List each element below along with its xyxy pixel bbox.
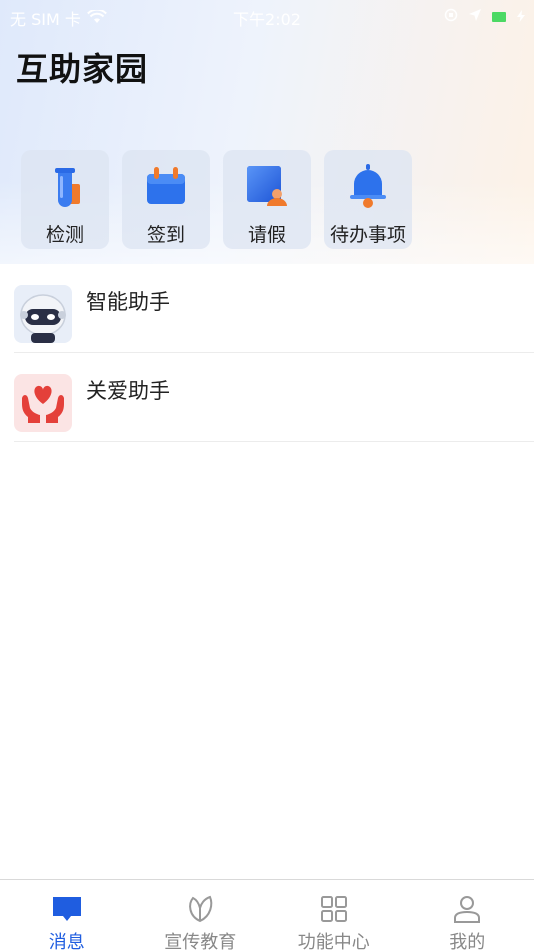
leave-form-icon (245, 162, 289, 210)
calendar-icon (144, 162, 188, 210)
message-title: 关爱助手 (86, 379, 170, 403)
tab-label: 功能中心 (297, 932, 370, 950)
message-title: 智能助手 (86, 290, 170, 314)
tab-function-center[interactable]: 功能中心 (267, 880, 401, 950)
tab-label: 我的 (449, 932, 486, 950)
quick-action-leave[interactable]: 请假 (223, 150, 311, 249)
robot-avatar (14, 285, 72, 343)
quick-action-test[interactable]: 检测 (21, 150, 109, 249)
charging-icon (516, 7, 526, 26)
tab-education[interactable]: 宣传教育 (134, 880, 268, 950)
list-item[interactable]: 智能助手 (0, 264, 534, 353)
list-item[interactable]: 关爱助手 (0, 353, 534, 442)
orientation-lock-icon (444, 7, 458, 26)
tab-label: 消息 (48, 932, 85, 950)
tab-messages[interactable]: 消息 (0, 880, 134, 950)
tab-bar: 消息 宣传教育 功能中心 我的 (0, 879, 534, 950)
quick-action-checkin[interactable]: 签到 (122, 150, 210, 249)
quick-action-label: 签到 (146, 224, 185, 246)
battery-icon (492, 11, 506, 22)
quick-action-label: 请假 (247, 224, 286, 246)
test-tube-icon (43, 162, 87, 210)
message-icon (52, 894, 82, 924)
grid-icon (319, 894, 349, 924)
status-bar: 无 SIM 卡 下午2:02 (0, 0, 534, 32)
quick-action-label: 待办事项 (329, 224, 406, 246)
message-list: 智能助手 关爱助手 (0, 264, 534, 442)
care-hands-avatar (14, 374, 72, 432)
person-icon (452, 894, 482, 924)
page-title: 互助家园 (16, 50, 149, 88)
tab-label: 宣传教育 (164, 932, 237, 950)
tab-mine[interactable]: 我的 (401, 880, 534, 950)
location-icon (468, 7, 482, 26)
quick-actions: 检测 签到 请假 待办事项 (21, 150, 412, 249)
quick-action-todo[interactable]: 待办事项 (324, 150, 412, 249)
quick-action-label: 检测 (45, 224, 84, 246)
leaf-icon (185, 894, 215, 924)
status-icons (444, 7, 526, 26)
bell-icon (346, 162, 390, 210)
